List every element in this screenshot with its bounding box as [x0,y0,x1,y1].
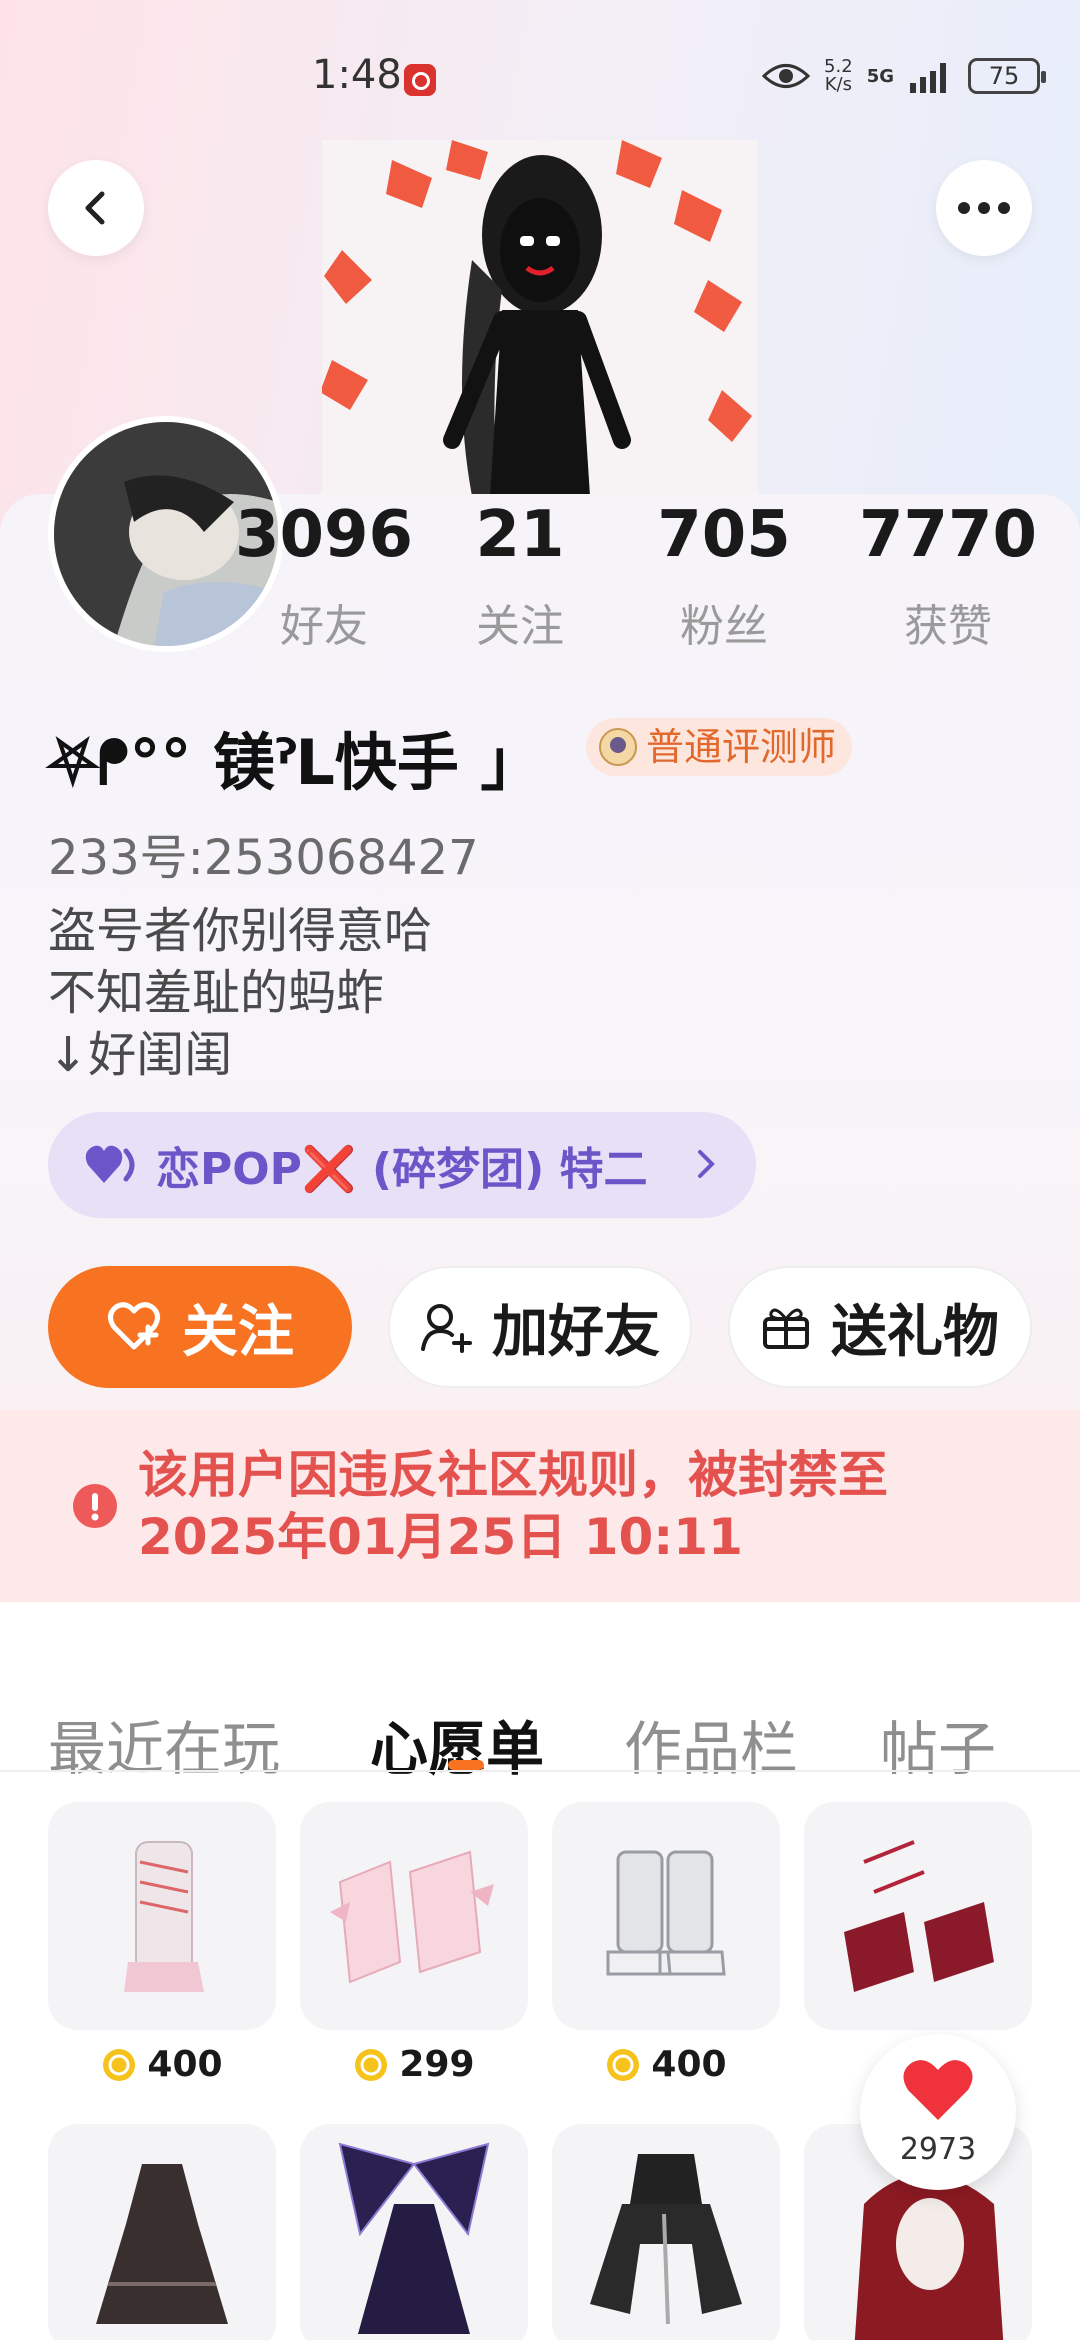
item-price: 299 [300,2044,528,2085]
net-speed: 5.2 K/s [824,58,853,94]
item-thumbnail [300,2124,528,2340]
bio: 盗号者你别得意哈 不知羞耻的蚂蚱 ↓好闺闺 [48,900,432,1086]
send-gift-button[interactable]: 送礼物 [728,1266,1032,1388]
back-button[interactable] [48,160,144,256]
chevron-left-icon [85,191,105,225]
badge-label: 普通评测师 [646,725,837,769]
coin-icon [607,2048,640,2081]
ban-notice: 该用户因违反社区规则，被封禁至 2025年01月25日 10:11 [0,1410,1080,1602]
wishlist-item[interactable] [300,2124,528,2340]
stat-label: 好友 [280,601,368,652]
tab-wishlist[interactable]: 心愿单 [370,1702,544,1786]
battery-indicator: 75 [968,58,1046,94]
follow-label: 关注 [182,1299,294,1365]
reviewer-badge[interactable]: 普通评测师 [586,718,853,776]
active-tab-indicator [448,1760,484,1770]
status-bar: 1:48 5.2 K/s 5G 75 [0,0,1080,160]
item-price: 400 [48,2044,276,2085]
warning-icon [73,1484,117,1528]
wishlist-item[interactable] [48,2124,276,2340]
price-value: 299 [399,2044,475,2085]
status-time: 1:48 [312,52,402,98]
item-thumbnail [48,1802,276,2030]
stat-label: 粉丝 [680,601,768,652]
wishlist-item[interactable]: 299 [300,1802,528,2085]
wishlist-item[interactable]: 400 [552,1802,780,2085]
tab-works[interactable]: 作品栏 [624,1702,798,1786]
network-type: 5G [866,65,894,87]
item-thumbnail [804,1802,1032,2030]
like-count: 2973 [899,2132,977,2167]
badge-icon [599,728,637,766]
heart-plus-icon [108,1302,160,1350]
net-speed-unit: K/s [824,74,852,95]
stat-value: 21 [475,498,565,572]
group-link[interactable]: 恋POP❌ (碎梦团) 特二 [48,1112,756,1218]
notification-app-icon [404,64,436,96]
ban-text-line: 2025年01月25日 10:11 [138,1508,743,1566]
wishlist-item[interactable] [804,1802,1032,2030]
eye-icon [762,64,811,88]
like-button[interactable]: 2973 [860,2034,1016,2190]
ban-text-line: 该用户因违反社区规则，被封禁至 [138,1446,888,1504]
item-thumbnail [48,2124,276,2340]
ban-text: 该用户因违反社区规则，被封禁至 2025年01月25日 10:11 [138,1444,888,1568]
stat-value: 3096 [234,498,414,572]
coin-icon [355,2048,388,2081]
add-friend-button[interactable]: 加好友 [388,1266,692,1388]
3d-avatar-image[interactable] [322,140,758,496]
tab-recently-played[interactable]: 最近在玩 [48,1702,280,1786]
price-value: 400 [147,2044,223,2085]
stat-friends[interactable]: 3096 好友 [224,500,424,654]
item-thumbnail [300,1802,528,2030]
bio-line: ↓好闺闺 [48,1027,233,1083]
coin-icon [103,2048,136,2081]
signal-icon [910,63,946,93]
bio-line: 盗号者你别得意哈 [48,903,433,959]
group-name: 恋POP❌ (碎梦团) 特二 [156,1144,648,1195]
add-user-icon [421,1304,472,1353]
item-price: 400 [552,2044,780,2085]
wishlist-item[interactable] [552,2124,780,2340]
more-button[interactable] [936,160,1032,256]
status-indicators: 5.2 K/s 5G 75 [762,58,1046,94]
bio-line: 不知羞耻的蚂蚱 [48,965,385,1021]
follow-button[interactable]: 关注 [48,1266,352,1388]
user-id[interactable]: 233号:253068427 [48,818,479,888]
tab-posts[interactable]: 帖子 [880,1702,996,1786]
stat-following[interactable]: 21 关注 [420,500,620,654]
stat-value: 7770 [858,498,1038,572]
heart-icon [903,2060,973,2120]
stat-likes[interactable]: 7770 获赞 [848,500,1048,654]
stat-fans[interactable]: 705 粉丝 [624,500,824,654]
stat-label: 获赞 [904,601,992,652]
stat-value: 705 [657,498,791,572]
send-gift-label: 送礼物 [831,1299,999,1365]
stat-label: 关注 [476,601,564,652]
heart-icon [85,1145,135,1183]
item-thumbnail [552,1802,780,2030]
gift-icon [763,1308,809,1349]
price-value: 400 [651,2044,727,2085]
more-dots-icon [958,202,1010,214]
wishlist-item[interactable]: 400 [48,1802,276,2085]
content-section: 最近在玩 心愿单 作品栏 帖子 400 299 400 [0,1636,1080,2340]
nickname: ⛧ᖰ°° 镁ˀL快手 」 [48,726,543,799]
item-thumbnail [552,2124,780,2340]
chevron-right-icon [698,1150,715,1178]
tab-divider [0,1770,1080,1772]
add-friend-label: 加好友 [492,1299,660,1365]
